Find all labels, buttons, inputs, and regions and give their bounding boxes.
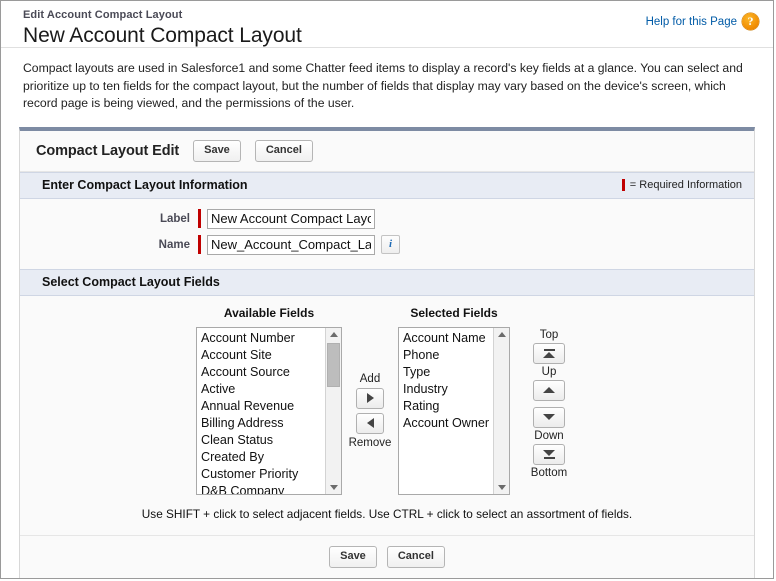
save-button-bottom[interactable]: Save — [329, 545, 377, 568]
scroll-down-icon[interactable] — [494, 480, 509, 494]
required-marker-icon — [198, 209, 201, 228]
selected-field-option[interactable]: Rating — [401, 398, 493, 415]
section-header-select-fields: Select Compact Layout Fields — [20, 268, 754, 296]
scroll-up-icon[interactable] — [326, 327, 341, 341]
bottom-button-label: Bottom — [530, 466, 568, 479]
field-selector: Available Fields Account Number Account S… — [20, 295, 754, 535]
selected-fields-header: Selected Fields — [410, 305, 498, 320]
name-field-label: Name — [158, 238, 190, 251]
reorder-column: Top Up Down Bottom — [518, 327, 580, 495]
arrow-down-icon — [543, 414, 555, 420]
move-up-button[interactable] — [533, 379, 565, 401]
available-fields-listbox[interactable]: Account Number Account Site Account Source… — [196, 326, 342, 495]
scroll-down-icon[interactable] — [326, 480, 341, 494]
move-top-button[interactable] — [533, 342, 565, 364]
arrow-up-icon — [543, 351, 555, 358]
up-button-label: Up — [541, 365, 557, 378]
remove-button-label: Remove — [348, 436, 392, 449]
form-row-label: Label — [20, 208, 754, 229]
add-button-label: Add — [359, 372, 381, 385]
arrow-left-icon — [366, 418, 374, 428]
down-button-label: Down — [534, 429, 564, 442]
selected-fields-scrollbar[interactable] — [493, 327, 509, 494]
selected-fields-column: Selected Fields Account Name Phone Type Ind… — [398, 306, 510, 495]
page-description: Compact layouts are used in Salesforce1 … — [23, 61, 743, 110]
arrow-down-icon — [543, 449, 555, 456]
name-field-wrap: i — [198, 234, 400, 255]
available-field-option[interactable]: Active — [199, 381, 325, 398]
help-question-icon[interactable]: ? — [742, 13, 759, 30]
remove-button[interactable] — [356, 412, 384, 434]
required-legend-label: = Required Information — [629, 178, 742, 191]
available-field-option[interactable]: Account Site — [199, 347, 325, 364]
available-field-option[interactable]: Created By — [199, 449, 325, 466]
panel-footer: Save Cancel — [20, 534, 754, 578]
required-information-legend: = Required Information — [621, 178, 742, 191]
available-field-option[interactable]: Clean Status — [199, 432, 325, 449]
available-fields-items[interactable]: Account Number Account Site Account Source… — [197, 328, 325, 494]
arrow-up-icon — [543, 387, 555, 393]
section-title-select-fields: Select Compact Layout Fields — [42, 274, 220, 289]
compact-layout-edit-panel: Compact Layout Edit Save Cancel Enter Co… — [19, 126, 755, 578]
page-frame: Edit Account Compact Layout New Account … — [0, 0, 774, 579]
scroll-up-icon[interactable] — [494, 327, 509, 341]
available-field-option[interactable]: Customer Priority — [199, 466, 325, 483]
form-row-name: Name i — [20, 234, 754, 255]
section-title-enter-information: Enter Compact Layout Information — [42, 177, 248, 192]
page-header: Edit Account Compact Layout New Account … — [1, 1, 773, 47]
arrow-right-icon — [366, 393, 374, 403]
layout-information-form: Label Name i — [20, 198, 754, 269]
selected-fields-items[interactable]: Account Name Phone Type Industry Rating Accou… — [399, 328, 493, 494]
scrollbar-thumb[interactable] — [327, 342, 340, 387]
help-for-this-page[interactable]: Help for this Page ? — [646, 13, 759, 30]
label-field-wrap — [198, 208, 375, 229]
available-fields-column: Available Fields Account Number Account S… — [196, 306, 342, 495]
label-input[interactable] — [207, 208, 375, 229]
selected-field-option[interactable]: Phone — [401, 347, 493, 364]
selected-field-option[interactable]: Type — [401, 364, 493, 381]
add-remove-column: Add Remove — [342, 327, 398, 495]
name-input[interactable] — [207, 234, 375, 255]
selected-field-option[interactable]: Account Name — [401, 330, 493, 347]
bar-icon — [543, 456, 555, 459]
move-bottom-button[interactable] — [533, 443, 565, 465]
available-field-option[interactable]: Billing Address — [199, 415, 325, 432]
help-link-label[interactable]: Help for this Page — [646, 16, 737, 28]
panel-title: Compact Layout Edit — [36, 142, 180, 159]
available-fields-scrollbar[interactable] — [325, 327, 341, 494]
required-marker-icon — [198, 235, 201, 254]
top-button-label: Top — [539, 328, 559, 341]
panel-title-bar: Compact Layout Edit Save Cancel — [20, 130, 754, 172]
available-field-option[interactable]: Account Source — [199, 364, 325, 381]
cancel-button-top[interactable]: Cancel — [254, 139, 313, 162]
selection-hint: Use SHIFT + click to select adjacent fie… — [141, 506, 633, 521]
cancel-button-bottom[interactable]: Cancel — [386, 545, 445, 568]
bar-icon — [543, 348, 555, 351]
selected-fields-listbox[interactable]: Account Name Phone Type Industry Rating Accou… — [398, 326, 510, 495]
label-field-label: Label — [159, 212, 190, 225]
move-down-button[interactable] — [533, 406, 565, 428]
info-icon[interactable]: i — [381, 235, 400, 254]
section-header-enter-information: Enter Compact Layout Information = Requi… — [20, 171, 754, 199]
selected-field-option[interactable]: Account Owner — [401, 415, 493, 432]
available-field-option[interactable]: D&B Company — [199, 483, 325, 494]
selected-field-option[interactable]: Industry — [401, 381, 493, 398]
save-button-top[interactable]: Save — [193, 139, 241, 162]
available-field-option[interactable]: Annual Revenue — [199, 398, 325, 415]
required-marker-icon — [621, 178, 625, 191]
add-button[interactable] — [356, 387, 384, 409]
available-fields-header: Available Fields — [223, 305, 315, 320]
available-field-option[interactable]: Account Number — [199, 330, 325, 347]
